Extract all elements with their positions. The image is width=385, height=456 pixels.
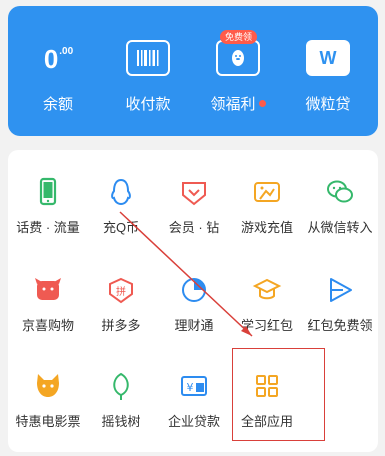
pay-receive-label: 收付款 [125,96,171,113]
free-claim-badge: 免费领 [220,30,258,44]
weilidai-button[interactable]: W 微粒贷 [288,36,368,126]
phone-icon [39,177,57,206]
notification-dot [258,99,266,107]
licaitong-icon [182,278,206,302]
app-label: 从微信转入 [307,220,373,235]
penguin-icon [111,178,131,206]
penguin-ticket-icon [216,40,260,76]
app-wechat-transfer[interactable]: 从微信转入 [300,155,380,235]
pay-receive-button[interactable]: 收付款 [108,36,188,126]
balance-button[interactable]: 0.00 余额 [18,36,98,126]
loan-card-icon: ¥ [181,376,207,396]
pinduoduo-icon: 拼 [109,277,133,304]
leaf-tree-icon [113,372,129,400]
balance-label: 余额 [42,96,73,113]
weilidai-label: 微粒贷 [305,96,351,113]
balance-amount: 0.00 [43,44,74,74]
wechat-icon [327,180,353,203]
benefits-label: 领福利 [198,93,278,114]
barcode-icon [126,40,170,76]
cat-icon [37,374,59,397]
svg-text:拼: 拼 [116,285,126,298]
play-triangle-icon [330,278,352,302]
svg-text:¥: ¥ [187,381,194,394]
diamond-icon [182,182,206,206]
game-icon [254,182,280,202]
benefits-button[interactable]: 免费领 领福利 [198,30,278,126]
wallet-summary-card: 0.00 余额 收付款 免费领 领福利 W 微粒贷 [8,6,378,136]
app-free-redpacket[interactable]: 红包免费领 [300,253,380,333]
highlight-box [232,348,325,441]
jd-dog-icon [35,278,61,300]
app-label: 红包免费领 [307,318,373,333]
study-cap-icon [252,278,282,300]
weilidai-icon: W [306,40,350,76]
